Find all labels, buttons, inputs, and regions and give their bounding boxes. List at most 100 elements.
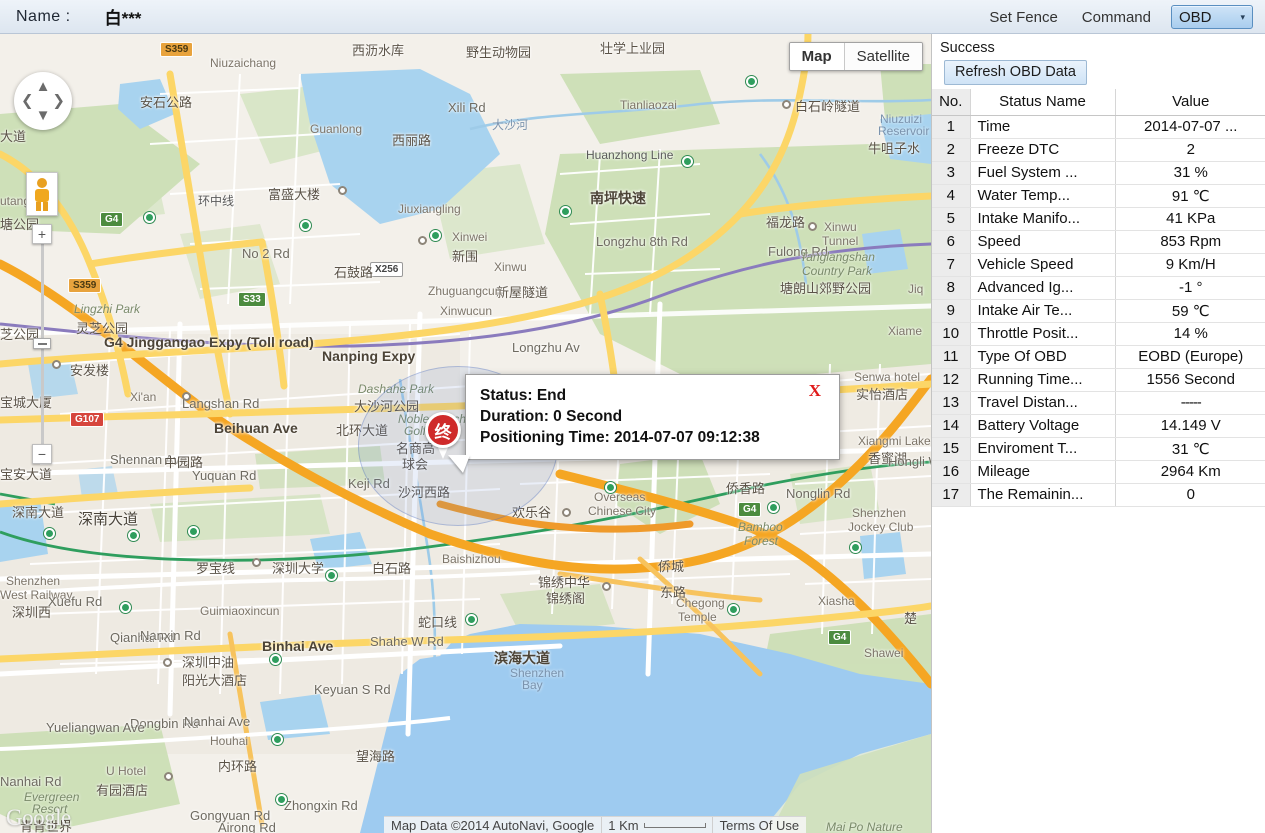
table-row[interactable]: 5 Intake Manifo... 41 KPa bbox=[932, 207, 1265, 231]
refresh-obd-data-button[interactable]: Refresh OBD Data bbox=[944, 60, 1087, 85]
road-shield: G107 bbox=[70, 412, 105, 427]
poi-marker[interactable] bbox=[338, 186, 347, 195]
table-row[interactable]: 13 Travel Distan... ----- bbox=[932, 391, 1265, 415]
end-location-marker[interactable]: 终 bbox=[425, 412, 461, 460]
poi-marker[interactable] bbox=[562, 508, 571, 517]
zoom-slider[interactable]: + − bbox=[32, 224, 52, 464]
poi-marker[interactable] bbox=[52, 360, 61, 369]
cell-value: 2964 Km bbox=[1115, 460, 1265, 484]
poi-marker[interactable] bbox=[164, 772, 173, 781]
table-row[interactable]: 10 Throttle Posit... 14 % bbox=[932, 322, 1265, 346]
top-bar-actions: Set Fence Command OBD ▾ bbox=[977, 0, 1257, 34]
table-row[interactable]: 6 Speed 853 Rpm bbox=[932, 230, 1265, 254]
obd-panel: Success Refresh OBD Data No. Status Name… bbox=[931, 34, 1265, 833]
cell-no: 17 bbox=[932, 483, 971, 507]
metro-station-icon[interactable] bbox=[128, 530, 139, 541]
terms-of-use-link[interactable]: Terms Of Use bbox=[713, 817, 806, 833]
info-duration: Duration: 0 Second bbox=[480, 408, 623, 425]
metro-station-icon[interactable] bbox=[326, 570, 337, 581]
metro-station-icon[interactable] bbox=[270, 654, 281, 665]
poi-marker[interactable] bbox=[182, 392, 191, 401]
table-row[interactable]: 4 Water Temp... 91 ℃ bbox=[932, 184, 1265, 208]
table-row[interactable]: 3 Fuel System ... 31 % bbox=[932, 161, 1265, 185]
table-row[interactable]: 8 Advanced Ig... -1 ° bbox=[932, 276, 1265, 300]
table-row[interactable]: 1 Time 2014-07-07 ... bbox=[932, 115, 1265, 139]
metro-station-icon[interactable] bbox=[188, 526, 199, 537]
metro-station-icon[interactable] bbox=[430, 230, 441, 241]
cell-no: 4 bbox=[932, 184, 971, 208]
road-shield: G4 bbox=[828, 630, 852, 645]
cell-value: EOBD (Europe) bbox=[1115, 345, 1265, 369]
poi-marker[interactable] bbox=[163, 658, 172, 667]
metro-station-icon[interactable] bbox=[466, 614, 477, 625]
close-icon[interactable]: X bbox=[809, 381, 821, 401]
table-row[interactable]: 14 Battery Voltage 14.149 V bbox=[932, 414, 1265, 438]
set-fence-button[interactable]: Set Fence bbox=[977, 6, 1069, 29]
metro-station-icon[interactable] bbox=[605, 482, 616, 493]
road-shield: G4 bbox=[100, 212, 124, 227]
cell-status-name: Fuel System ... bbox=[970, 161, 1116, 185]
cell-no: 15 bbox=[932, 437, 971, 461]
pegman-street-view-icon[interactable] bbox=[26, 172, 58, 216]
metro-station-icon[interactable] bbox=[144, 212, 155, 223]
cell-status-name: Speed bbox=[970, 230, 1116, 254]
cell-value: 31 ℃ bbox=[1115, 437, 1265, 461]
poi-marker[interactable] bbox=[782, 100, 791, 109]
map-type-satellite-button[interactable]: Satellite bbox=[844, 43, 922, 70]
metro-station-icon[interactable] bbox=[272, 734, 283, 745]
pan-right-icon[interactable]: ❯ bbox=[52, 94, 65, 109]
map-viewport[interactable]: S359 Niuzaichang 西沥水库 野生动物园 壮学上业园 Tianliaozai… bbox=[0, 34, 931, 833]
map-type-toggle[interactable]: Map Satellite bbox=[788, 42, 923, 71]
obd-dropdown-label: OBD bbox=[1179, 8, 1212, 26]
name-value: 白*** bbox=[104, 9, 142, 28]
metro-station-icon[interactable] bbox=[728, 604, 739, 615]
cell-status-name: Vehicle Speed bbox=[970, 253, 1116, 277]
table-row[interactable]: 7 Vehicle Speed 9 Km/H bbox=[932, 253, 1265, 277]
cell-status-name: Time bbox=[970, 115, 1116, 139]
table-row[interactable]: 16 Mileage 2964 Km bbox=[932, 460, 1265, 484]
road-shield: S359 bbox=[68, 278, 102, 293]
zoom-slider-handle[interactable] bbox=[33, 338, 51, 349]
cell-status-name: Enviroment T... bbox=[970, 437, 1116, 461]
cell-status-name: Throttle Posit... bbox=[970, 322, 1116, 346]
metro-station-icon[interactable] bbox=[682, 156, 693, 167]
poi-marker[interactable] bbox=[808, 222, 817, 231]
metro-station-icon[interactable] bbox=[44, 528, 55, 539]
table-row[interactable]: 15 Enviroment T... 31 ℃ bbox=[932, 437, 1265, 461]
metro-station-icon[interactable] bbox=[120, 602, 131, 613]
cell-value: ----- bbox=[1115, 391, 1265, 415]
obd-table-body: 1 Time 2014-07-07 ... 2 Freeze DTC 2 3 Fuel Sys… bbox=[932, 115, 1265, 507]
cell-no: 7 bbox=[932, 253, 971, 277]
obd-status-text: Success bbox=[940, 40, 995, 56]
google-logo: Google bbox=[6, 805, 71, 830]
pan-down-icon[interactable]: ▼ bbox=[36, 108, 51, 123]
table-row[interactable]: 17 The Remainin... 0 bbox=[932, 483, 1265, 507]
obd-dropdown-button[interactable]: OBD ▾ bbox=[1171, 5, 1253, 29]
cell-no: 9 bbox=[932, 299, 971, 323]
poi-marker[interactable] bbox=[418, 236, 427, 245]
pan-control[interactable]: ▲ ▼ ❮ ❯ bbox=[14, 72, 72, 130]
command-button[interactable]: Command bbox=[1070, 6, 1163, 29]
zoom-out-button[interactable]: − bbox=[32, 444, 52, 464]
table-row[interactable]: 9 Intake Air Te... 59 ℃ bbox=[932, 299, 1265, 323]
zoom-in-button[interactable]: + bbox=[32, 224, 52, 244]
metro-station-icon[interactable] bbox=[746, 76, 757, 87]
metro-station-icon[interactable] bbox=[560, 206, 571, 217]
metro-station-icon[interactable] bbox=[300, 220, 311, 231]
metro-station-icon[interactable] bbox=[276, 794, 287, 805]
cell-status-name: The Remainin... bbox=[970, 483, 1116, 507]
map-type-map-button[interactable]: Map bbox=[789, 43, 845, 70]
pan-left-icon[interactable]: ❮ bbox=[21, 94, 34, 109]
cell-status-name: Advanced Ig... bbox=[970, 276, 1116, 300]
pan-up-icon[interactable]: ▲ bbox=[36, 79, 51, 94]
table-row[interactable]: 12 Running Time... 1556 Second bbox=[932, 368, 1265, 392]
cell-no: 8 bbox=[932, 276, 971, 300]
table-row[interactable]: 2 Freeze DTC 2 bbox=[932, 138, 1265, 162]
poi-marker[interactable] bbox=[602, 582, 611, 591]
metro-station-icon[interactable] bbox=[768, 502, 779, 513]
metro-station-icon[interactable] bbox=[850, 542, 861, 553]
table-row[interactable]: 11 Type Of OBD EOBD (Europe) bbox=[932, 345, 1265, 369]
cell-no: 11 bbox=[932, 345, 971, 369]
poi-marker[interactable] bbox=[252, 558, 261, 567]
obd-tracking-app: Name : 白*** Set Fence Command OBD ▾ S359… bbox=[0, 0, 1265, 833]
